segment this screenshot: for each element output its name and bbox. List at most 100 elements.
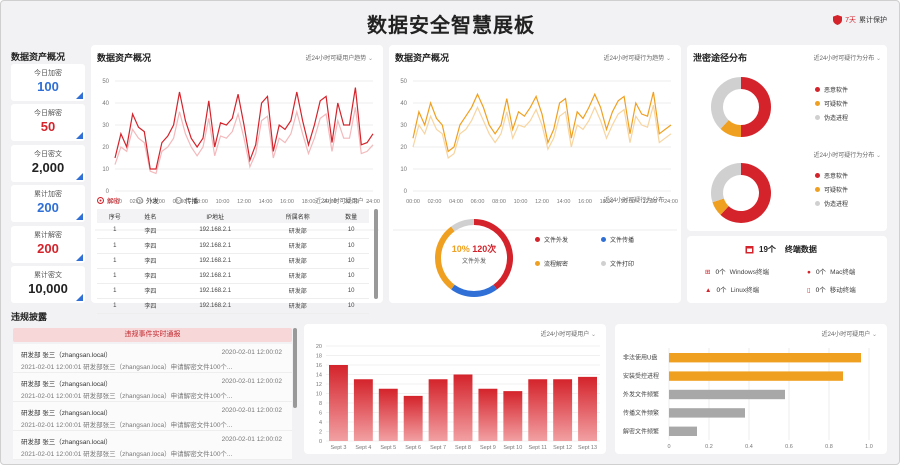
donut-slice: [712, 198, 729, 215]
legend-file-print: 文件打印: [601, 259, 634, 268]
alert-user: 研发部 张三（zhangsan.local）: [21, 439, 112, 446]
table-cell: 10: [333, 268, 369, 284]
table-row[interactable]: 1 李四 192.168.2.1 研发部 10: [97, 223, 369, 239]
table-row[interactable]: 1 李四 192.168.2.1 研发部 10: [97, 238, 369, 254]
leak-dropdown-1[interactable]: 近24小时可疑行为分布: [814, 53, 881, 62]
violation-type-panel: 近24小时可疑用户 00.20.40.60.81.0非法使用U盘安装受控进程外发…: [615, 324, 887, 454]
suspicious-user-dropdown[interactable]: 近24小时可疑用户: [315, 196, 370, 205]
table-cell: 李四: [132, 223, 169, 239]
suspicious-user-table: 序号 姓名 IP地址 所属名称 数量 1 李四 192.168.2.1 研发部 10 1 李四 192…: [97, 209, 369, 314]
legend-file-send: 文件外发: [535, 235, 568, 244]
corner-marker-icon: [76, 92, 83, 99]
y-tick-label: 30: [102, 123, 109, 129]
x-tick-label: 12:00: [237, 199, 251, 205]
apple-icon: ●: [807, 269, 811, 276]
y-category-label: 安装受控进程: [623, 372, 659, 380]
series-line: [114, 87, 374, 170]
donut-count: 120次: [472, 244, 497, 254]
x-tick-label: 02:00: [428, 199, 442, 205]
dashboard: 数据安全智慧展板 7天 累计保护 数据资产概况 今日加密 100 今日解密 50 今日密…: [0, 0, 900, 465]
legend-dot-icon: [815, 101, 820, 106]
radio-icon: [136, 196, 143, 204]
filter-send[interactable]: 外发: [136, 195, 159, 205]
table-cell: 研发部: [262, 268, 334, 284]
page-title: 数据安全智慧展板: [367, 15, 535, 37]
x-tick-label: Sept 13: [578, 445, 597, 451]
bar: [453, 374, 473, 441]
alert-item[interactable]: 研发部 张三（zhangsan.local） 2020-02-01 12:00:0…: [13, 402, 292, 431]
stat-card: 今日密文 2,000: [11, 145, 85, 182]
donut-percent: 10%: [451, 244, 470, 254]
y-tick-label: 0: [319, 439, 322, 445]
table-row[interactable]: 1 李四 192.168.2.1 研发部 10: [97, 268, 369, 284]
y-tick-label: 40: [102, 101, 109, 107]
windows-terminal: ⊞ 0个 Windows终端: [705, 266, 769, 276]
filter-spread-label: 传播: [185, 198, 198, 205]
violation-section-title: 违规披露: [11, 312, 48, 322]
panel1-trend-dropdown[interactable]: 近24小时可疑用户趋势: [306, 53, 373, 62]
bar: [528, 379, 548, 441]
x-tick-label: Sept 8: [455, 445, 471, 451]
table-row[interactable]: 1 李四 192.168.2.1 研发部 10: [97, 253, 369, 269]
alert-scrollbar[interactable]: [293, 328, 297, 408]
x-tick-label: Sept 11: [528, 445, 547, 451]
stat-label: 今日解密: [34, 110, 62, 117]
leak-dropdown-2[interactable]: 近24小时可疑行为分布: [814, 150, 881, 159]
terminal-panel: 19个 终端数据 ⊞ 0个 Windows终端 ● 0个 Mac终端 ▲ 0个 Linux终端…: [687, 236, 887, 303]
panel1-title: 数据资产概况: [97, 53, 152, 63]
x-tick-label: 16:00: [280, 199, 294, 205]
corner-marker-icon: [76, 213, 83, 220]
x-tick-label: 00:00: [406, 199, 420, 205]
stat-value: 2,000: [31, 160, 65, 175]
table-header: 数量: [333, 209, 369, 223]
alert-item[interactable]: 研发部 张三（zhangsan.local） 2020-02-01 12:00:0…: [13, 431, 292, 460]
table-header: IP地址: [168, 209, 263, 223]
y-tick-label: 10: [102, 167, 109, 173]
alert-item[interactable]: 研发部 张三（zhangsan.local） 2020-02-01 12:00:0…: [13, 373, 292, 402]
windows-count: 0个: [715, 269, 726, 276]
legend-label: 可疑软件: [824, 188, 849, 194]
table-cell: 192.168.2.1: [168, 283, 263, 299]
table-row[interactable]: 1 李四 192.168.2.1 研发部 10: [97, 298, 369, 314]
stat-label: 累计解密: [34, 232, 62, 239]
bar: [478, 388, 498, 441]
x-tick-label: 10:00: [514, 199, 528, 205]
terminal-summary: 19个 终端数据: [745, 244, 817, 255]
table-cell: 10: [333, 283, 369, 299]
alert-time: 2020-02-01 12:00:02: [221, 349, 282, 356]
hbar: [669, 426, 697, 436]
linux-count: 0个: [716, 287, 727, 294]
y-tick-label: 50: [102, 79, 109, 85]
x-tick-label: 10:00: [216, 199, 230, 205]
alert-item[interactable]: 研发部 张三（zhangsan.local） 2020-02-01 12:00:0…: [13, 344, 292, 373]
panel2-trend-dropdown[interactable]: 近24小时可疑行为趋势: [604, 53, 671, 62]
stat-value: 100: [37, 79, 59, 94]
table-row[interactable]: 1 李四 192.168.2.1 研发部 10: [97, 283, 369, 299]
legend-label: 恶意软件: [824, 174, 849, 180]
y-tick-label: 10: [316, 392, 322, 398]
behavior-dist-dropdown[interactable]: 近24小时可疑行为分布: [604, 195, 671, 204]
table-cell: 10: [333, 298, 369, 314]
y-tick-label: 40: [400, 101, 407, 107]
x-tick-label: 14:00: [259, 199, 273, 205]
filter-spread[interactable]: 传播: [175, 195, 198, 205]
x-tick-label: 04:00: [449, 199, 463, 205]
mobile-label: 移动终端: [829, 287, 856, 294]
table-cell: 10: [333, 253, 369, 269]
filter-decrypt[interactable]: 解密: [97, 195, 120, 205]
bar: [553, 379, 573, 441]
table-cell: 李四: [132, 238, 169, 254]
leak-legend-item: 恶意软件: [815, 85, 848, 94]
stat-label: 累计加密: [34, 191, 62, 198]
leak-donut-chart-2: [711, 163, 771, 223]
protection-label: 累计保护: [859, 17, 887, 24]
alert-desc: 2021-02-01 12:00:01 研发部张三（zhangsan.loca）…: [21, 451, 233, 458]
table-cell: 1: [97, 253, 133, 269]
y-tick-label: 12: [316, 382, 322, 388]
table-scrollbar[interactable]: [374, 209, 378, 299]
y-tick-label: 14: [316, 373, 322, 379]
corner-marker-icon: [76, 294, 83, 301]
table-cell: 李四: [132, 283, 169, 299]
table-cell: 研发部: [262, 238, 334, 254]
stat-value: 50: [40, 119, 56, 134]
